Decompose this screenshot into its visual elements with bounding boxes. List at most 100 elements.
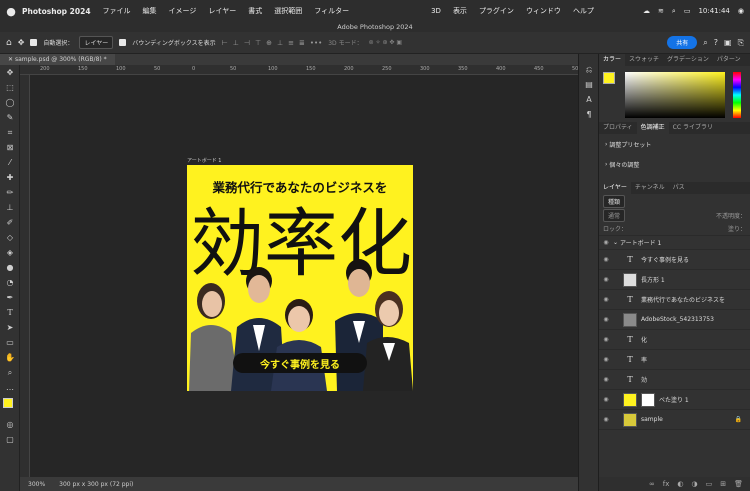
menu-file[interactable]: ファイル bbox=[103, 6, 131, 16]
link-icon[interactable]: ∞ bbox=[649, 480, 655, 488]
path-select-tool-icon[interactable]: ➤ bbox=[0, 320, 20, 335]
more-options-icon[interactable]: ••• bbox=[310, 39, 322, 47]
adjustment-icon[interactable]: ◑ bbox=[692, 480, 698, 488]
eye-icon[interactable]: ◉ bbox=[599, 336, 613, 343]
mask-icon[interactable]: ◐ bbox=[677, 480, 683, 488]
eye-icon[interactable]: ◉ bbox=[599, 356, 613, 363]
tab-patterns[interactable]: パターン bbox=[713, 54, 745, 66]
fx-icon[interactable]: fx bbox=[663, 480, 670, 488]
menu-filter[interactable]: フィルター bbox=[314, 6, 349, 16]
search-icon[interactable]: ⌕ bbox=[672, 7, 676, 16]
pen-tool-icon[interactable]: ✒ bbox=[0, 290, 20, 305]
menu-3d[interactable]: 3D bbox=[431, 7, 441, 15]
folder-icon[interactable]: ▭ bbox=[706, 480, 713, 488]
workspace-icon[interactable]: ▣ bbox=[724, 38, 732, 47]
frame-tool-icon[interactable]: ⊠ bbox=[0, 140, 20, 155]
control-center-icon[interactable]: ◉ bbox=[738, 7, 744, 15]
help-icon[interactable]: ? bbox=[714, 38, 718, 47]
dodge-tool-icon[interactable]: ◔ bbox=[0, 275, 20, 290]
layer-row[interactable]: ◉ T 効 bbox=[599, 370, 750, 390]
home-icon[interactable]: ⌂ bbox=[6, 38, 12, 48]
artboard[interactable]: 業務代行であなたのビジネスを 効 率 化 今すぐ事例を見る bbox=[187, 165, 413, 391]
layer-row[interactable]: ◉ ベた塗り 1 bbox=[599, 390, 750, 410]
eye-icon[interactable]: ◉ bbox=[599, 256, 613, 263]
layer-row[interactable]: ◉ AdobeStock_542313753 bbox=[599, 310, 750, 330]
history-panel-icon[interactable]: ⎌ bbox=[579, 62, 599, 77]
eye-icon[interactable]: ◉ bbox=[599, 296, 613, 303]
eye-icon[interactable]: ◉ bbox=[599, 376, 613, 383]
eye-icon[interactable]: ◉ bbox=[599, 396, 613, 403]
foreground-color-swatch[interactable] bbox=[603, 72, 615, 84]
tab-swatches[interactable]: スウォッチ bbox=[625, 54, 663, 66]
brush-tool-icon[interactable]: ✏ bbox=[0, 185, 20, 200]
layer-row[interactable]: ◉ ⌄ アートボード 1 bbox=[599, 236, 750, 250]
eye-icon[interactable]: ◉ bbox=[599, 416, 613, 423]
hue-slider[interactable] bbox=[733, 72, 741, 118]
tab-paths[interactable]: パス bbox=[669, 182, 689, 194]
lasso-tool-icon[interactable]: ◯ bbox=[0, 95, 20, 110]
foreground-color-swatch[interactable] bbox=[3, 398, 13, 408]
paragraph-panel-icon[interactable]: ¶ bbox=[579, 107, 599, 122]
tab-libraries[interactable]: CC ライブラリ bbox=[669, 122, 717, 134]
document-tab[interactable]: ✕ sample.psd @ 300% (RGB/8) * bbox=[0, 54, 115, 65]
menu-select[interactable]: 選択範囲 bbox=[274, 6, 302, 16]
rectangle-tool-icon[interactable]: ▭ bbox=[0, 335, 20, 350]
distribute-v-icon[interactable]: ≣ bbox=[299, 39, 305, 47]
auto-select-dropdown[interactable]: レイヤー bbox=[79, 36, 114, 49]
layer-row[interactable]: ◉ T 率 bbox=[599, 350, 750, 370]
close-icon[interactable]: ✕ bbox=[8, 56, 15, 63]
menu-type[interactable]: 書式 bbox=[248, 6, 262, 16]
tab-color[interactable]: カラー bbox=[599, 54, 626, 66]
new-layer-icon[interactable]: ⊞ bbox=[720, 480, 726, 488]
comments-panel-icon[interactable]: ▤ bbox=[579, 77, 599, 92]
quick-mask-icon[interactable]: ◎ bbox=[0, 417, 20, 432]
layer-row[interactable]: ◉ sample 🔒 bbox=[599, 410, 750, 430]
eraser-tool-icon[interactable]: ◇ bbox=[0, 230, 20, 245]
artboard-label[interactable]: アートボード 1 bbox=[187, 157, 221, 164]
gradient-tool-icon[interactable]: ◈ bbox=[0, 245, 20, 260]
menu-plugins[interactable]: プラグイン bbox=[479, 6, 514, 16]
share-button[interactable]: 共有 bbox=[667, 36, 698, 49]
blur-tool-icon[interactable]: ● bbox=[0, 260, 20, 275]
menu-layer[interactable]: レイヤー bbox=[208, 6, 236, 16]
layer-row[interactable]: ◉ T 今すぐ事例を見る bbox=[599, 250, 750, 270]
battery-icon[interactable]: ▭ bbox=[684, 7, 691, 15]
chevron-down-icon[interactable]: ⌄ bbox=[613, 239, 620, 246]
layer-row[interactable]: ◉ T 化 bbox=[599, 330, 750, 350]
align-left-icon[interactable]: ⊢ bbox=[222, 39, 228, 47]
eye-icon[interactable]: ◉ bbox=[599, 239, 613, 246]
tab-adjustments[interactable]: 色調補正 bbox=[636, 122, 669, 134]
3d-tools-icon[interactable]: ⊚ ✧ ⊛ ✥ ▣ bbox=[369, 39, 402, 46]
artboard-tool-icon[interactable]: ⬚ bbox=[0, 80, 20, 95]
search-icon[interactable]: ⌕ bbox=[703, 38, 707, 48]
tab-properties[interactable]: プロパティ bbox=[599, 122, 637, 134]
zoom-tool-icon[interactable]: ⌕ bbox=[0, 365, 20, 380]
document-size[interactable]: 300 px x 300 px (72 ppi) bbox=[59, 481, 133, 488]
align-vcenter-icon[interactable]: ⊕ bbox=[266, 39, 272, 47]
distribute-icon[interactable]: ≡ bbox=[288, 39, 294, 47]
more-tools-icon[interactable]: … bbox=[0, 380, 20, 395]
menu-image[interactable]: イメージ bbox=[169, 6, 197, 16]
cloud-icon[interactable]: ☁ bbox=[643, 7, 650, 15]
align-top-icon[interactable]: ⊤ bbox=[255, 39, 261, 47]
trash-icon[interactable]: 🗑 bbox=[734, 480, 743, 488]
layer-row[interactable]: ◉ 長方形 1 bbox=[599, 270, 750, 290]
quick-select-tool-icon[interactable]: ✎ bbox=[0, 110, 20, 125]
healing-tool-icon[interactable]: ✚ bbox=[0, 170, 20, 185]
type-tool-icon[interactable]: T bbox=[0, 305, 20, 320]
eye-icon[interactable]: ◉ bbox=[599, 276, 613, 283]
history-brush-icon[interactable]: ✐ bbox=[0, 215, 20, 230]
eye-icon[interactable]: ◉ bbox=[599, 316, 613, 323]
character-panel-icon[interactable]: A bbox=[579, 92, 599, 107]
cta-button[interactable]: 今すぐ事例を見る bbox=[233, 353, 367, 373]
crop-tool-icon[interactable]: ⌗ bbox=[0, 125, 20, 140]
individual-adjust-row[interactable]: › 個々の調整 bbox=[599, 154, 750, 174]
zoom-level[interactable]: 300% bbox=[28, 481, 45, 488]
color-field[interactable] bbox=[625, 72, 725, 118]
menu-edit[interactable]: 編集 bbox=[143, 6, 157, 16]
align-right-icon[interactable]: ⊣ bbox=[244, 39, 250, 47]
menu-help[interactable]: ヘルプ bbox=[573, 6, 594, 16]
tab-gradients[interactable]: グラデーション bbox=[663, 54, 713, 66]
align-bottom-icon[interactable]: ⊥ bbox=[277, 39, 283, 47]
menu-view[interactable]: 表示 bbox=[453, 6, 467, 16]
